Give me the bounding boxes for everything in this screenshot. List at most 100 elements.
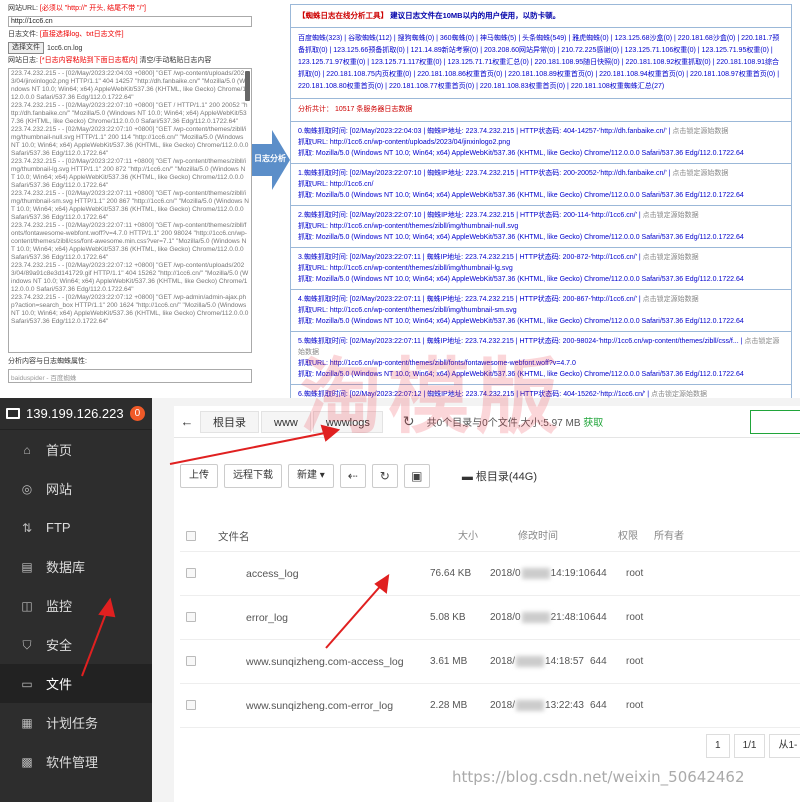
file-owner[interactable]: root <box>626 596 686 639</box>
file-name[interactable]: www.sunqizheng.com-error_log <box>210 684 430 727</box>
sidebar-item-ftp[interactable]: ⇅ FTP <box>0 508 152 547</box>
spider-link[interactable]: 123.125.71.97权重(0) <box>298 59 365 66</box>
file-owner[interactable]: root <box>626 640 686 683</box>
row-checkbox[interactable] <box>186 612 196 623</box>
table-row[interactable]: www.sunqizheng.com-access_log 3.61 MB 2018… <box>180 640 800 684</box>
spider-link[interactable]: 123.125.71.117权重(0) <box>371 59 442 66</box>
spider-link[interactable]: 210.72.225感谢(0) <box>561 47 619 54</box>
remote-download-button[interactable]: 远程下载 <box>224 464 282 488</box>
select-all-checkbox[interactable] <box>186 531 196 542</box>
col-perm[interactable]: 权限 <box>618 522 654 551</box>
page-current[interactable]: 1 <box>706 734 730 758</box>
row-checkbox[interactable] <box>186 656 196 667</box>
spider-link[interactable]: 搜狗蜘蛛(0) <box>398 35 435 42</box>
notification-badge[interactable]: 0 <box>129 406 146 421</box>
choose-file-button[interactable]: 选择文件 <box>8 42 44 54</box>
clear-log-link[interactable]: 清空/手动粘贴日志内容 <box>139 57 211 64</box>
spider-link[interactable]: 百度蜘蛛(323) <box>298 35 342 42</box>
search-input[interactable] <box>750 410 800 434</box>
sidebar-item-calendar[interactable]: ▦ 计划任务 <box>0 703 152 742</box>
col-time[interactable]: 修改时间 <box>518 522 618 551</box>
lock-raw-data-link[interactable]: 点击锁定源始数据 <box>643 296 699 303</box>
table-row[interactable]: www.sunqizheng.com-error_log 2.28 MB 2018/… <box>180 684 800 728</box>
result-field[interactable]: baiduspider - 百度蜘蛛 <box>8 369 252 383</box>
analyze-label[interactable]: 日志分析 <box>254 153 286 164</box>
file-owner[interactable]: root <box>626 684 686 727</box>
file-name[interactable]: error_log <box>210 596 430 639</box>
spider-link[interactable]: 220.181.108.97权重首页(0) <box>690 71 775 78</box>
spider-link[interactable]: 220.181.108.80权重首页(0) <box>298 83 383 90</box>
entry-url[interactable]: http://1cc6.cn/wp-content/uploads/2023/0… <box>330 139 510 146</box>
spider-link[interactable]: 220.181.68沙盒(0) <box>678 35 736 42</box>
lock-raw-data-link[interactable]: 点击锁定源始数据 <box>672 128 728 135</box>
log-scrollbar[interactable] <box>245 71 250 101</box>
file-perm[interactable]: 644 <box>590 552 626 595</box>
entry-time: [02/May/2023:22:07:10 <box>349 212 422 219</box>
spider-link[interactable]: 220.181.108.75内页权重(0) <box>326 71 411 78</box>
spider-link[interactable]: 谷歌蜘蛛(112) <box>348 35 392 42</box>
col-name[interactable]: 文件名 <box>210 522 430 551</box>
spider-link[interactable]: 123.125.71.71权重汇总(0) <box>447 59 528 66</box>
breadcrumb-root[interactable]: 根目录 <box>200 410 259 433</box>
sidebar-item-label: 首页 <box>46 443 73 458</box>
upload-button[interactable]: 上传 <box>180 464 218 488</box>
spider-link[interactable]: 123.125.68沙盒(0) <box>614 35 672 42</box>
entry-url[interactable]: http://1cc6.cn/wp-content/themes/zibll/i… <box>330 307 517 314</box>
spider-link[interactable]: 头条蜘蛛(549) <box>522 35 566 42</box>
spider-link[interactable]: 123.125.71.95权重(0) <box>702 47 769 54</box>
spider-link[interactable]: 203.208.60网站异常(0) <box>484 47 556 54</box>
lock-raw-data-link[interactable]: 点击锁定源始数据 <box>651 391 707 398</box>
spider-link[interactable]: 220.181.108.92权重抓取(0) <box>625 59 710 66</box>
sidebar-item-database[interactable]: ▤ 数据库 <box>0 547 152 586</box>
new-dropdown-button[interactable]: 新建 ▾ <box>288 464 334 488</box>
entry-url[interactable]: http://1cc6.cn/wp-content/themes/zibll/i… <box>330 265 513 272</box>
entry-url[interactable]: http://1cc6.cn/ <box>330 181 374 188</box>
entry-url[interactable]: http://1cc6.cn/wp-content/themes/zibll/i… <box>330 223 518 230</box>
spider-link[interactable]: 121.14.89新站考察(0) <box>411 47 479 54</box>
spider-link[interactable]: 220.181.108.94权重首页(0) <box>599 71 684 78</box>
table-row[interactable]: error_log 5.08 KB 2018/0 21:48:10 644 root <box>180 596 800 640</box>
lock-raw-data-link[interactable]: 点击锁定源始数据 <box>672 170 728 177</box>
col-owner[interactable]: 所有者 <box>654 522 714 551</box>
ip-label: 蜘蛛IP地址: <box>427 170 464 177</box>
log-textarea[interactable]: 223.74.232.215 - - [02/May/2023:22:04:03… <box>8 68 252 353</box>
sidebar-item-apps[interactable]: ▩ 软件管理 <box>0 742 152 781</box>
spider-link[interactable]: 雅虎蜘蛛(0) <box>572 35 609 42</box>
spider-link[interactable]: 220.181.108.89权重首页(0) <box>508 71 593 78</box>
sidebar-item-folder[interactable]: ▭ 文件 <box>0 664 152 703</box>
lock-raw-data-link[interactable]: 点击锁定源始数据 <box>643 254 699 261</box>
spider-link[interactable]: 123.125.71.106权重(0) <box>625 47 696 54</box>
lock-raw-data-link[interactable]: 点击锁定源始数据 <box>643 212 699 219</box>
spider-link[interactable]: 神马蜘蛛(5) <box>480 35 517 42</box>
sidebar-item-home[interactable]: ⌂ 首页 <box>0 430 152 469</box>
refresh-icon[interactable]: ↻ <box>371 464 398 488</box>
globe-icon: ◎ <box>21 481 33 496</box>
back-icon[interactable]: ⇠ <box>339 464 366 488</box>
table-row[interactable]: access_log 76.64 KB 2018/0 14:19:10 644 root <box>180 552 800 596</box>
col-size[interactable]: 大小 <box>458 522 518 551</box>
entry-ua: Mozilla/5.0 (Windows NT 10.0; Win64; x64… <box>315 318 744 325</box>
get-size-link[interactable]: 获取 <box>583 418 603 429</box>
spider-link[interactable]: 220.181.108.77权重首页(0) <box>389 83 474 90</box>
file-perm[interactable]: 644 <box>590 684 626 727</box>
file-perm[interactable]: 644 <box>590 640 626 683</box>
file-name[interactable]: www.sunqizheng.com-access_log <box>210 640 430 683</box>
spider-link[interactable]: 360蜘蛛(0) <box>440 35 474 42</box>
spider-link[interactable]: 123.125.66预备抓取(0) <box>333 47 405 54</box>
spider-link[interactable]: 220.181.108.86权重首页(0) <box>417 71 502 78</box>
file-owner[interactable]: root <box>626 552 686 595</box>
sidebar-item-globe[interactable]: ◎ 网站 <box>0 469 152 508</box>
sidebar-item-shield[interactable]: ⛉ 安全 <box>0 625 152 664</box>
row-checkbox[interactable] <box>186 700 196 711</box>
file-perm[interactable]: 644 <box>590 596 626 639</box>
disk-selector[interactable]: ▬ 根目录(44G) <box>462 468 537 484</box>
file-name[interactable]: access_log <box>210 552 430 595</box>
spider-link[interactable]: 220.181.108.83权重首页(0) <box>480 83 565 90</box>
sidebar-item-monitor[interactable]: ◫ 监控 <box>0 586 152 625</box>
spider-link[interactable]: 220.181.108权重蜘蛛汇总(27) <box>571 83 664 90</box>
back-arrow-icon[interactable]: ← <box>174 414 200 429</box>
row-checkbox[interactable] <box>186 568 196 579</box>
terminal-icon[interactable]: ▣ <box>403 464 430 488</box>
url-input[interactable]: http://1cc6.cn <box>8 16 252 27</box>
spider-link[interactable]: 220.181.108.95随日快照(0) <box>535 59 620 66</box>
